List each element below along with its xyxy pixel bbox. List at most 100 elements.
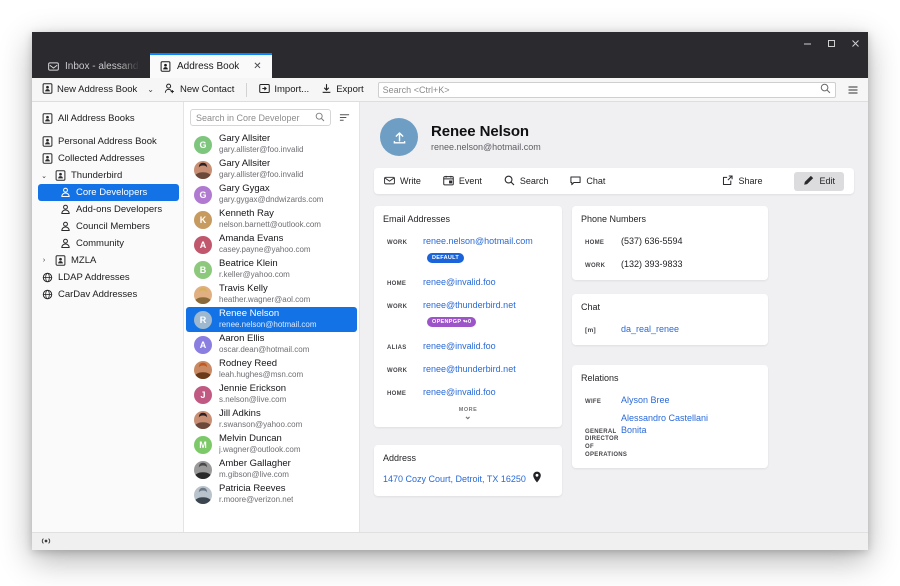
sidebar-item-personal-address-book[interactable]: Personal Address Book bbox=[32, 133, 183, 150]
address-value[interactable]: 1470 Cozy Court, Detroit, TX 16250 bbox=[383, 474, 526, 484]
contact-list-item-name: Travis Kelly bbox=[219, 284, 268, 295]
contact-list-item-name: Rodney Reed bbox=[219, 359, 278, 370]
sidebar-item-core-developers[interactable]: Core Developers bbox=[38, 184, 179, 201]
contact-list-item-name: Jennie Erickson bbox=[219, 384, 287, 395]
email-row-value-wrap: renee@thunderbird.net OPENPGP ↬0 bbox=[423, 295, 553, 331]
import-icon bbox=[259, 83, 271, 97]
sidebar-item-addons-developers[interactable]: Add-ons Developers bbox=[32, 201, 183, 218]
chevron-down-icon[interactable]: ⌄ bbox=[40, 172, 48, 180]
import-label: Import... bbox=[274, 84, 310, 95]
contact-list-item[interactable]: Travis Kelly heather.wagner@aol.com bbox=[186, 282, 357, 307]
sidebar-item-thunderbird[interactable]: ⌄ Thunderbird bbox=[32, 167, 183, 184]
write-button[interactable]: Write bbox=[384, 175, 421, 188]
sidebar-label: Thunderbird bbox=[71, 170, 123, 181]
global-search-input[interactable]: Search <Ctrl+K> bbox=[377, 81, 836, 98]
contact-list-item[interactable]: B Beatrice Klein r.keller@yahoo.com bbox=[186, 257, 357, 282]
tab-close-icon[interactable]: ✕ bbox=[253, 61, 261, 72]
contact-list-item[interactable]: Patricia Reeves r.moore@verizon.net bbox=[186, 482, 357, 507]
email-row-value[interactable]: renee@invalid.foo bbox=[423, 387, 496, 397]
share-button[interactable]: Share bbox=[722, 175, 762, 188]
contact-list-item[interactable]: J Jennie Erickson s.nelson@live.com bbox=[186, 382, 357, 407]
show-more-emails-button[interactable]: MORE ⌄ bbox=[383, 407, 553, 421]
sidebar-item-community[interactable]: Community bbox=[32, 235, 183, 252]
email-row-value[interactable]: renee@thunderbird.net bbox=[423, 364, 516, 374]
sidebar-label: MZLA bbox=[71, 255, 97, 266]
contact-list-item[interactable]: Jill Adkins r.swanson@yahoo.com bbox=[186, 407, 357, 432]
contact-initial-avatar: B bbox=[194, 260, 212, 279]
contact-list-item[interactable]: G Gary Allsiter gary.allister@foo.invalid bbox=[186, 132, 357, 157]
contact-search-input[interactable]: Search in Core Developer bbox=[190, 109, 331, 126]
email-row-value[interactable]: renee.nelson@hotmail.com bbox=[423, 236, 533, 246]
import-button[interactable]: Import... bbox=[255, 81, 313, 99]
minimize-button[interactable] bbox=[796, 33, 818, 53]
contact-detail-pane: Renee Nelson renee.nelson@hotmail.com Wr… bbox=[360, 102, 868, 532]
edit-button[interactable]: Edit bbox=[794, 171, 844, 191]
detail-cards: Email Addresses Work renee.nelson@hotmail… bbox=[374, 206, 854, 506]
contact-list-item[interactable]: K Kenneth Ray nelson.barnett@outlook.com bbox=[186, 207, 357, 232]
sidebar-item-cardav-addresses[interactable]: CarDav Addresses bbox=[32, 286, 183, 303]
phone-row-value: (537) 636-5594 bbox=[621, 236, 683, 246]
search-icon bbox=[820, 83, 831, 96]
contact-list-item[interactable]: Rodney Reed leah.hughes@msn.com bbox=[186, 357, 357, 382]
contact-list-search-row: Search in Core Developer bbox=[184, 102, 359, 132]
email-row-value[interactable]: renee@invalid.foo bbox=[423, 277, 496, 287]
relation-row-value[interactable]: Alyson Bree bbox=[621, 395, 670, 405]
tab-inbox[interactable]: Inbox - alessandro@ bbox=[38, 54, 150, 78]
contact-list-item-text: Patricia Reeves r.moore@verizon.net bbox=[219, 484, 293, 504]
contact-avatar-upload[interactable] bbox=[380, 118, 418, 156]
sidebar-item-mzla[interactable]: › MZLA bbox=[32, 252, 183, 269]
contact-list-item[interactable]: M Melvin Duncan j.wagner@outlook.com bbox=[186, 432, 357, 457]
chat-row-value[interactable]: da_real_renee bbox=[621, 324, 679, 334]
contact-list: G Gary Allsiter gary.allister@foo.invalid G… bbox=[184, 132, 359, 532]
email-row-value[interactable]: renee@invalid.foo bbox=[423, 341, 496, 351]
email-row-label: Home bbox=[387, 391, 407, 397]
event-button[interactable]: Event bbox=[443, 175, 482, 188]
contact-list-item-email: r.moore@verizon.net bbox=[219, 495, 294, 505]
contact-initial-avatar: A bbox=[194, 235, 212, 254]
contact-list-item-text: Kenneth Ray nelson.barnett@outlook.com bbox=[219, 209, 321, 229]
export-button[interactable]: Export bbox=[317, 81, 367, 99]
tab-address-book[interactable]: Address Book ✕ bbox=[150, 53, 272, 78]
relation-row: Wife Alyson Bree bbox=[581, 390, 759, 408]
contact-list-item[interactable]: Amber Gallagher m.gibson@live.com bbox=[186, 457, 357, 482]
contact-list-item-name: Gary Allsiter bbox=[219, 134, 271, 145]
search-button[interactable]: Search bbox=[504, 175, 548, 188]
pencil-icon bbox=[803, 175, 814, 188]
sort-icon[interactable] bbox=[337, 112, 351, 123]
chat-button[interactable]: Chat bbox=[570, 175, 605, 188]
contact-list-item[interactable]: R Renee Nelson renee.nelson@hotmail.com bbox=[186, 307, 357, 332]
contact-list-item-email: nelson.barnett@outlook.com bbox=[219, 220, 321, 230]
relation-row-value[interactable]: Alessandro Castellani Bonita bbox=[621, 413, 733, 436]
new-contact-button[interactable]: New Contact bbox=[160, 81, 238, 99]
contact-list-item-name: Melvin Duncan bbox=[219, 434, 282, 445]
contact-list-item-text: Beatrice Klein r.keller@yahoo.com bbox=[219, 259, 290, 279]
app-menu-button[interactable] bbox=[844, 84, 862, 96]
contact-list-item-name: Amanda Evans bbox=[219, 234, 284, 245]
email-row-value[interactable]: renee@thunderbird.net bbox=[423, 300, 516, 310]
contact-photo bbox=[194, 485, 212, 504]
email-row: Work renee@thunderbird.net OPENPGP ↬0 bbox=[383, 295, 553, 331]
close-button[interactable] bbox=[844, 33, 866, 53]
contact-list-item-email: gary.allister@foo.invalid bbox=[219, 170, 304, 180]
status-bar bbox=[32, 532, 868, 550]
contact-list-item[interactable]: A Amanda Evans casey.payne@yahoo.com bbox=[186, 232, 357, 257]
map-pin-icon[interactable] bbox=[532, 470, 542, 488]
sidebar-item-all-address-books[interactable]: All Address Books bbox=[32, 110, 183, 127]
email-row-value-wrap: renee@thunderbird.net bbox=[423, 359, 516, 377]
sidebar-item-ldap-addresses[interactable]: LDAP Addresses bbox=[32, 269, 183, 286]
sidebar-item-collected-addresses[interactable]: Collected Addresses bbox=[32, 150, 183, 167]
chevron-down-icon[interactable]: ⌄ bbox=[145, 85, 156, 94]
chevron-right-icon[interactable]: › bbox=[40, 257, 48, 264]
inbox-icon bbox=[48, 61, 59, 72]
detail-left-column: Email Addresses Work renee.nelson@hotmail… bbox=[374, 206, 562, 506]
contact-list-item[interactable]: A Aaron Ellis oscar.dean@hotmail.com bbox=[186, 332, 357, 357]
chat-card-title: Chat bbox=[581, 302, 601, 312]
phone-numbers-card: Phone Numbers Home (537) 636-5594 Work (132… bbox=[572, 206, 768, 280]
new-address-book-button[interactable]: New Address Book bbox=[38, 81, 141, 99]
email-addresses-card: Email Addresses Work renee.nelson@hotmail… bbox=[374, 206, 562, 427]
sidebar-item-council-members[interactable]: Council Members bbox=[32, 218, 183, 235]
maximize-button[interactable] bbox=[820, 33, 842, 53]
contact-list-item[interactable]: Gary Allsiter gary.allister@foo.invalid bbox=[186, 157, 357, 182]
contact-list-item[interactable]: G Gary Gygax gary.gygax@dndwizards.com bbox=[186, 182, 357, 207]
contact-initial-avatar: G bbox=[194, 185, 212, 204]
